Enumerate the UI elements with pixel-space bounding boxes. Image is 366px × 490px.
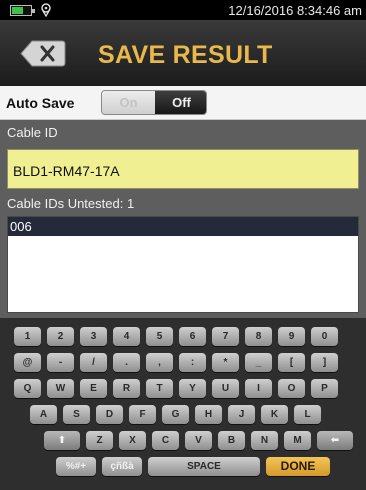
auto-save-toggle[interactable]: On Off [101,90,207,115]
key[interactable]: @ [14,353,41,372]
key[interactable]: Q [14,379,41,398]
header: SAVE RESULT [0,20,366,86]
key[interactable]: , [146,353,173,372]
key[interactable]: * [212,353,239,372]
keyboard-row-asdf: ASDFGHJKL [30,405,327,424]
on-screen-keyboard: 1234567890 @ - /.,: * _ [] QWERTYUIOP ASDFGHJ… [0,318,366,490]
key[interactable]: 4 [113,327,140,346]
key[interactable]: R [113,379,140,398]
key[interactable]: 3 [80,327,107,346]
key[interactable]: 9 [278,327,305,346]
key[interactable]: _ [245,353,272,372]
backspace-x-icon[interactable] [20,40,66,67]
key[interactable]: U [212,379,239,398]
cable-id-label: Cable ID [7,125,58,140]
key[interactable]: L [294,405,321,424]
key[interactable]: P [311,379,338,398]
key[interactable]: W [47,379,74,398]
shift-key[interactable]: ⬆ [44,431,80,450]
key[interactable]: Y [179,379,206,398]
cable-id-input[interactable]: BLD1-RM47-17A [7,149,359,189]
symbols-key[interactable]: %#+ [56,457,96,476]
list-item[interactable]: 006 [8,217,358,236]
key[interactable]: 7 [212,327,239,346]
untested-count-label: Cable IDs Untested: 1 [7,196,135,211]
space-key[interactable]: SPACE [148,457,260,476]
key[interactable]: Z [86,431,113,450]
keyboard-row-symbols: @ - /.,: * _ [] [14,353,344,372]
auto-save-off-option[interactable]: Off [155,91,206,114]
key[interactable]: 1 [14,327,41,346]
key[interactable]: T [146,379,173,398]
key[interactable]: [ [278,353,305,372]
backspace-key[interactable]: ⬅ [317,431,353,450]
cable-id-panel: Cable ID BLD1-RM47-17A Cable IDs Unteste… [0,120,366,318]
battery-icon [10,5,35,16]
key[interactable]: : [179,353,206,372]
key[interactable]: V [185,431,212,450]
key[interactable]: D [96,405,123,424]
auto-save-row: Auto Save On Off [0,86,366,120]
key[interactable]: . [113,353,140,372]
page-title: SAVE RESULT [98,41,273,69]
key[interactable]: J [228,405,255,424]
key[interactable]: X [119,431,146,450]
key[interactable]: / [80,353,107,372]
untested-id-list[interactable]: 006 [7,216,359,313]
keyboard-row-actions: %#+ çñßà SPACE DONE [56,457,336,476]
status-datetime: 12/16/2016 8:34:46 am [228,3,362,18]
key[interactable]: - [47,353,74,372]
key[interactable]: O [278,379,305,398]
key[interactable]: 6 [179,327,206,346]
key[interactable]: 2 [47,327,74,346]
key[interactable]: F [129,405,156,424]
key[interactable]: 0 [311,327,338,346]
status-bar: 12/16/2016 8:34:46 am [0,0,366,20]
key[interactable]: 8 [245,327,272,346]
key[interactable]: ] [311,353,338,372]
keyboard-row-zxcv: ⬆ ZXCVBNM ⬅ [44,431,359,450]
key[interactable]: S [63,405,90,424]
keyboard-row-numbers: 1234567890 [14,327,344,346]
key[interactable]: E [80,379,107,398]
auto-save-label: Auto Save [6,95,75,111]
key[interactable]: H [195,405,222,424]
key[interactable]: C [152,431,179,450]
key[interactable]: A [30,405,57,424]
key[interactable]: K [261,405,288,424]
auto-save-on-option[interactable]: On [102,91,155,114]
key[interactable]: G [162,405,189,424]
accents-key[interactable]: çñßà [102,457,142,476]
key[interactable]: N [251,431,278,450]
done-key[interactable]: DONE [266,457,330,476]
key[interactable]: I [245,379,272,398]
key[interactable]: M [284,431,311,450]
keyboard-row-qwerty: QWERTYUIOP [14,379,344,398]
location-pin-icon [41,3,51,17]
key[interactable]: B [218,431,245,450]
key[interactable]: 5 [146,327,173,346]
